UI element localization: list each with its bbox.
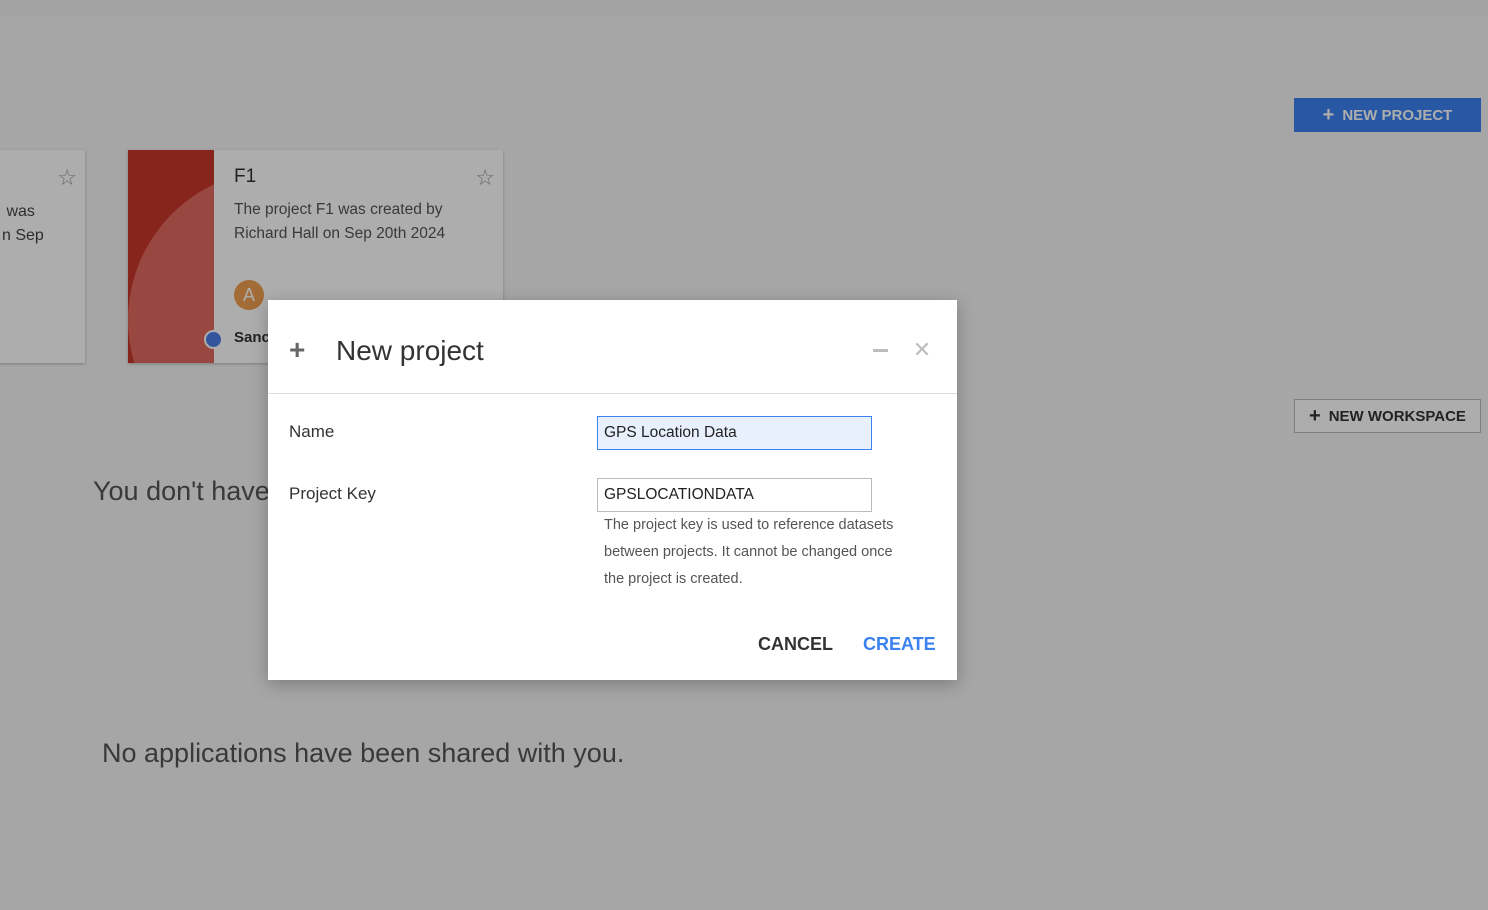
dialog-header: + New project ✕ (268, 300, 957, 394)
project-key-label: Project Key (289, 484, 376, 503)
project-key-help: The project key is used to reference dat… (604, 517, 894, 587)
cancel-button[interactable]: CANCEL (758, 634, 833, 655)
dialog-title: New project (336, 335, 484, 366)
name-label: Name (289, 422, 335, 441)
close-icon[interactable]: ✕ (910, 338, 934, 362)
minimize-icon[interactable] (868, 338, 892, 362)
name-input[interactable] (597, 416, 872, 450)
project-key-input[interactable] (597, 478, 872, 512)
plus-icon: + (289, 334, 306, 365)
create-button[interactable]: CREATE (863, 634, 936, 655)
new-project-dialog: + New project ✕ Name Project Key The pro… (268, 300, 957, 680)
